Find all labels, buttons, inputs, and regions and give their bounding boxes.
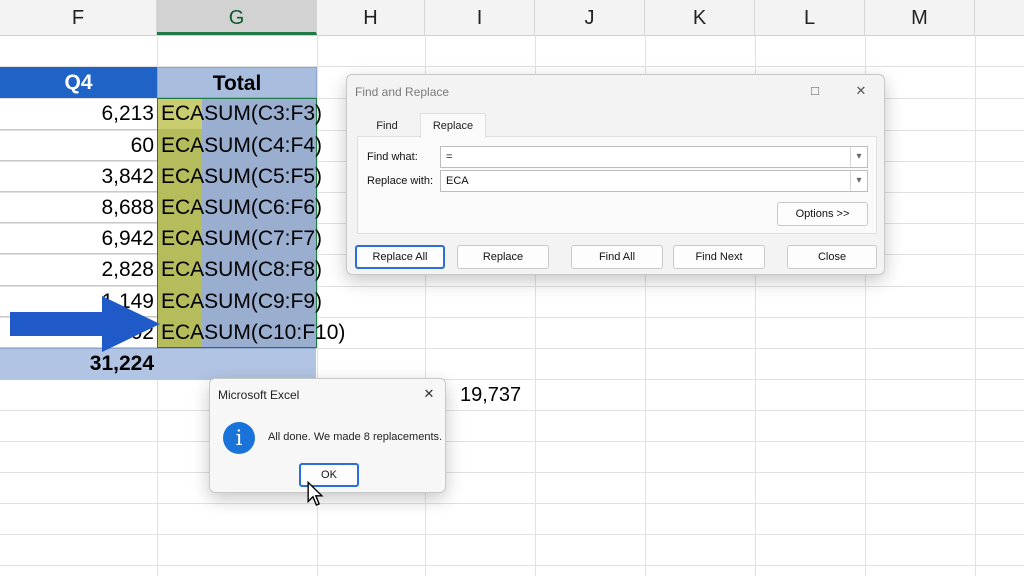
mouse-cursor-icon (307, 481, 324, 506)
message-text: All done. We made 8 replacements. (268, 431, 443, 443)
cell-q4-value[interactable]: 2,828 (0, 254, 157, 286)
dialog-title: Find and Replace (355, 85, 450, 99)
header-total[interactable]: Total (157, 67, 317, 98)
column-header-h[interactable]: H (317, 0, 425, 35)
cell-q4-value[interactable]: 8,688 (0, 192, 157, 223)
replace-button[interactable]: Replace (457, 245, 549, 269)
replace-all-button[interactable]: Replace All (355, 245, 445, 269)
grid-line (0, 410, 1024, 411)
column-header-g[interactable]: G (157, 0, 317, 35)
cell-total-formula[interactable]: ECASUM(C8:F8) (157, 254, 322, 286)
header-q4[interactable]: Q4 (0, 67, 157, 98)
grid-line (975, 35, 976, 576)
cell-total-formula[interactable]: ECASUM(C4:F4) (157, 130, 322, 161)
column-header-k[interactable]: K (645, 0, 755, 35)
cell-q4-value[interactable]: 60 (0, 130, 157, 161)
find-all-button[interactable]: Find All (571, 245, 663, 269)
grid-line (0, 472, 1024, 473)
cell-total-formula[interactable]: ECASUM(C5:F5) (157, 161, 322, 192)
column-header-j[interactable]: J (535, 0, 645, 35)
grid-line (0, 565, 1024, 566)
message-box-title: Microsoft Excel (218, 388, 300, 402)
cell-total-formula[interactable]: ECASUM(C3:F3) (157, 98, 322, 130)
find-replace-dialog: Find and Replace □ ✕ Find Replace Find w… (346, 74, 885, 275)
options-button[interactable]: Options >> (777, 202, 868, 226)
cell-total-formula[interactable]: ECASUM(C7:F7) (157, 223, 322, 254)
cell-total-formula[interactable]: ECASUM(C10:F10) (157, 317, 345, 348)
close-icon[interactable]: ✕ (419, 386, 439, 402)
close-icon[interactable]: ✕ (851, 83, 871, 99)
replace-with-label: Replace with: (367, 175, 434, 187)
find-what-input[interactable]: = ▾ (440, 146, 868, 168)
close-button[interactable]: Close (787, 245, 877, 269)
chevron-down-icon[interactable]: ▾ (850, 171, 867, 191)
cell-q4-total[interactable]: 31,224 (0, 348, 157, 379)
replace-with-input[interactable]: ECA ▾ (440, 170, 868, 192)
column-header-f[interactable]: F (0, 0, 157, 35)
column-header-i[interactable]: I (425, 0, 535, 35)
find-what-value: = (446, 151, 453, 163)
grid-line (0, 441, 1024, 442)
column-header-l[interactable]: L (755, 0, 865, 35)
cell-total-formula[interactable]: ECASUM(C6:F6) (157, 192, 322, 223)
tab-find[interactable]: Find (367, 120, 407, 132)
replace-panel: Find what: = ▾ Replace with: ECA ▾ Optio… (357, 136, 877, 234)
info-icon: i (223, 422, 255, 454)
column-header-m[interactable]: M (865, 0, 975, 35)
column-header-strip: F G H I J K L M (0, 0, 1024, 36)
cell-q4-value[interactable]: 6,213 (0, 98, 157, 130)
find-what-label: Find what: (367, 151, 418, 163)
grid-line (0, 503, 1024, 504)
cell-q4-value[interactable]: 6,942 (0, 223, 157, 254)
right-arrow-icon (10, 296, 160, 352)
chevron-down-icon[interactable]: ▾ (850, 147, 867, 167)
cell-total-formula[interactable]: ECASUM(C9:F9) (157, 286, 322, 317)
message-box: Microsoft Excel ✕ i All done. We made 8 … (209, 378, 446, 493)
grid-line (0, 534, 1024, 535)
cell-q4-value[interactable]: 3,842 (0, 161, 157, 192)
maximize-icon[interactable]: □ (805, 83, 825, 98)
find-next-button[interactable]: Find Next (673, 245, 765, 269)
tab-replace[interactable]: Replace (420, 113, 486, 138)
replace-with-value: ECA (446, 175, 469, 187)
cell-i-value[interactable]: 19,737 (460, 384, 521, 407)
